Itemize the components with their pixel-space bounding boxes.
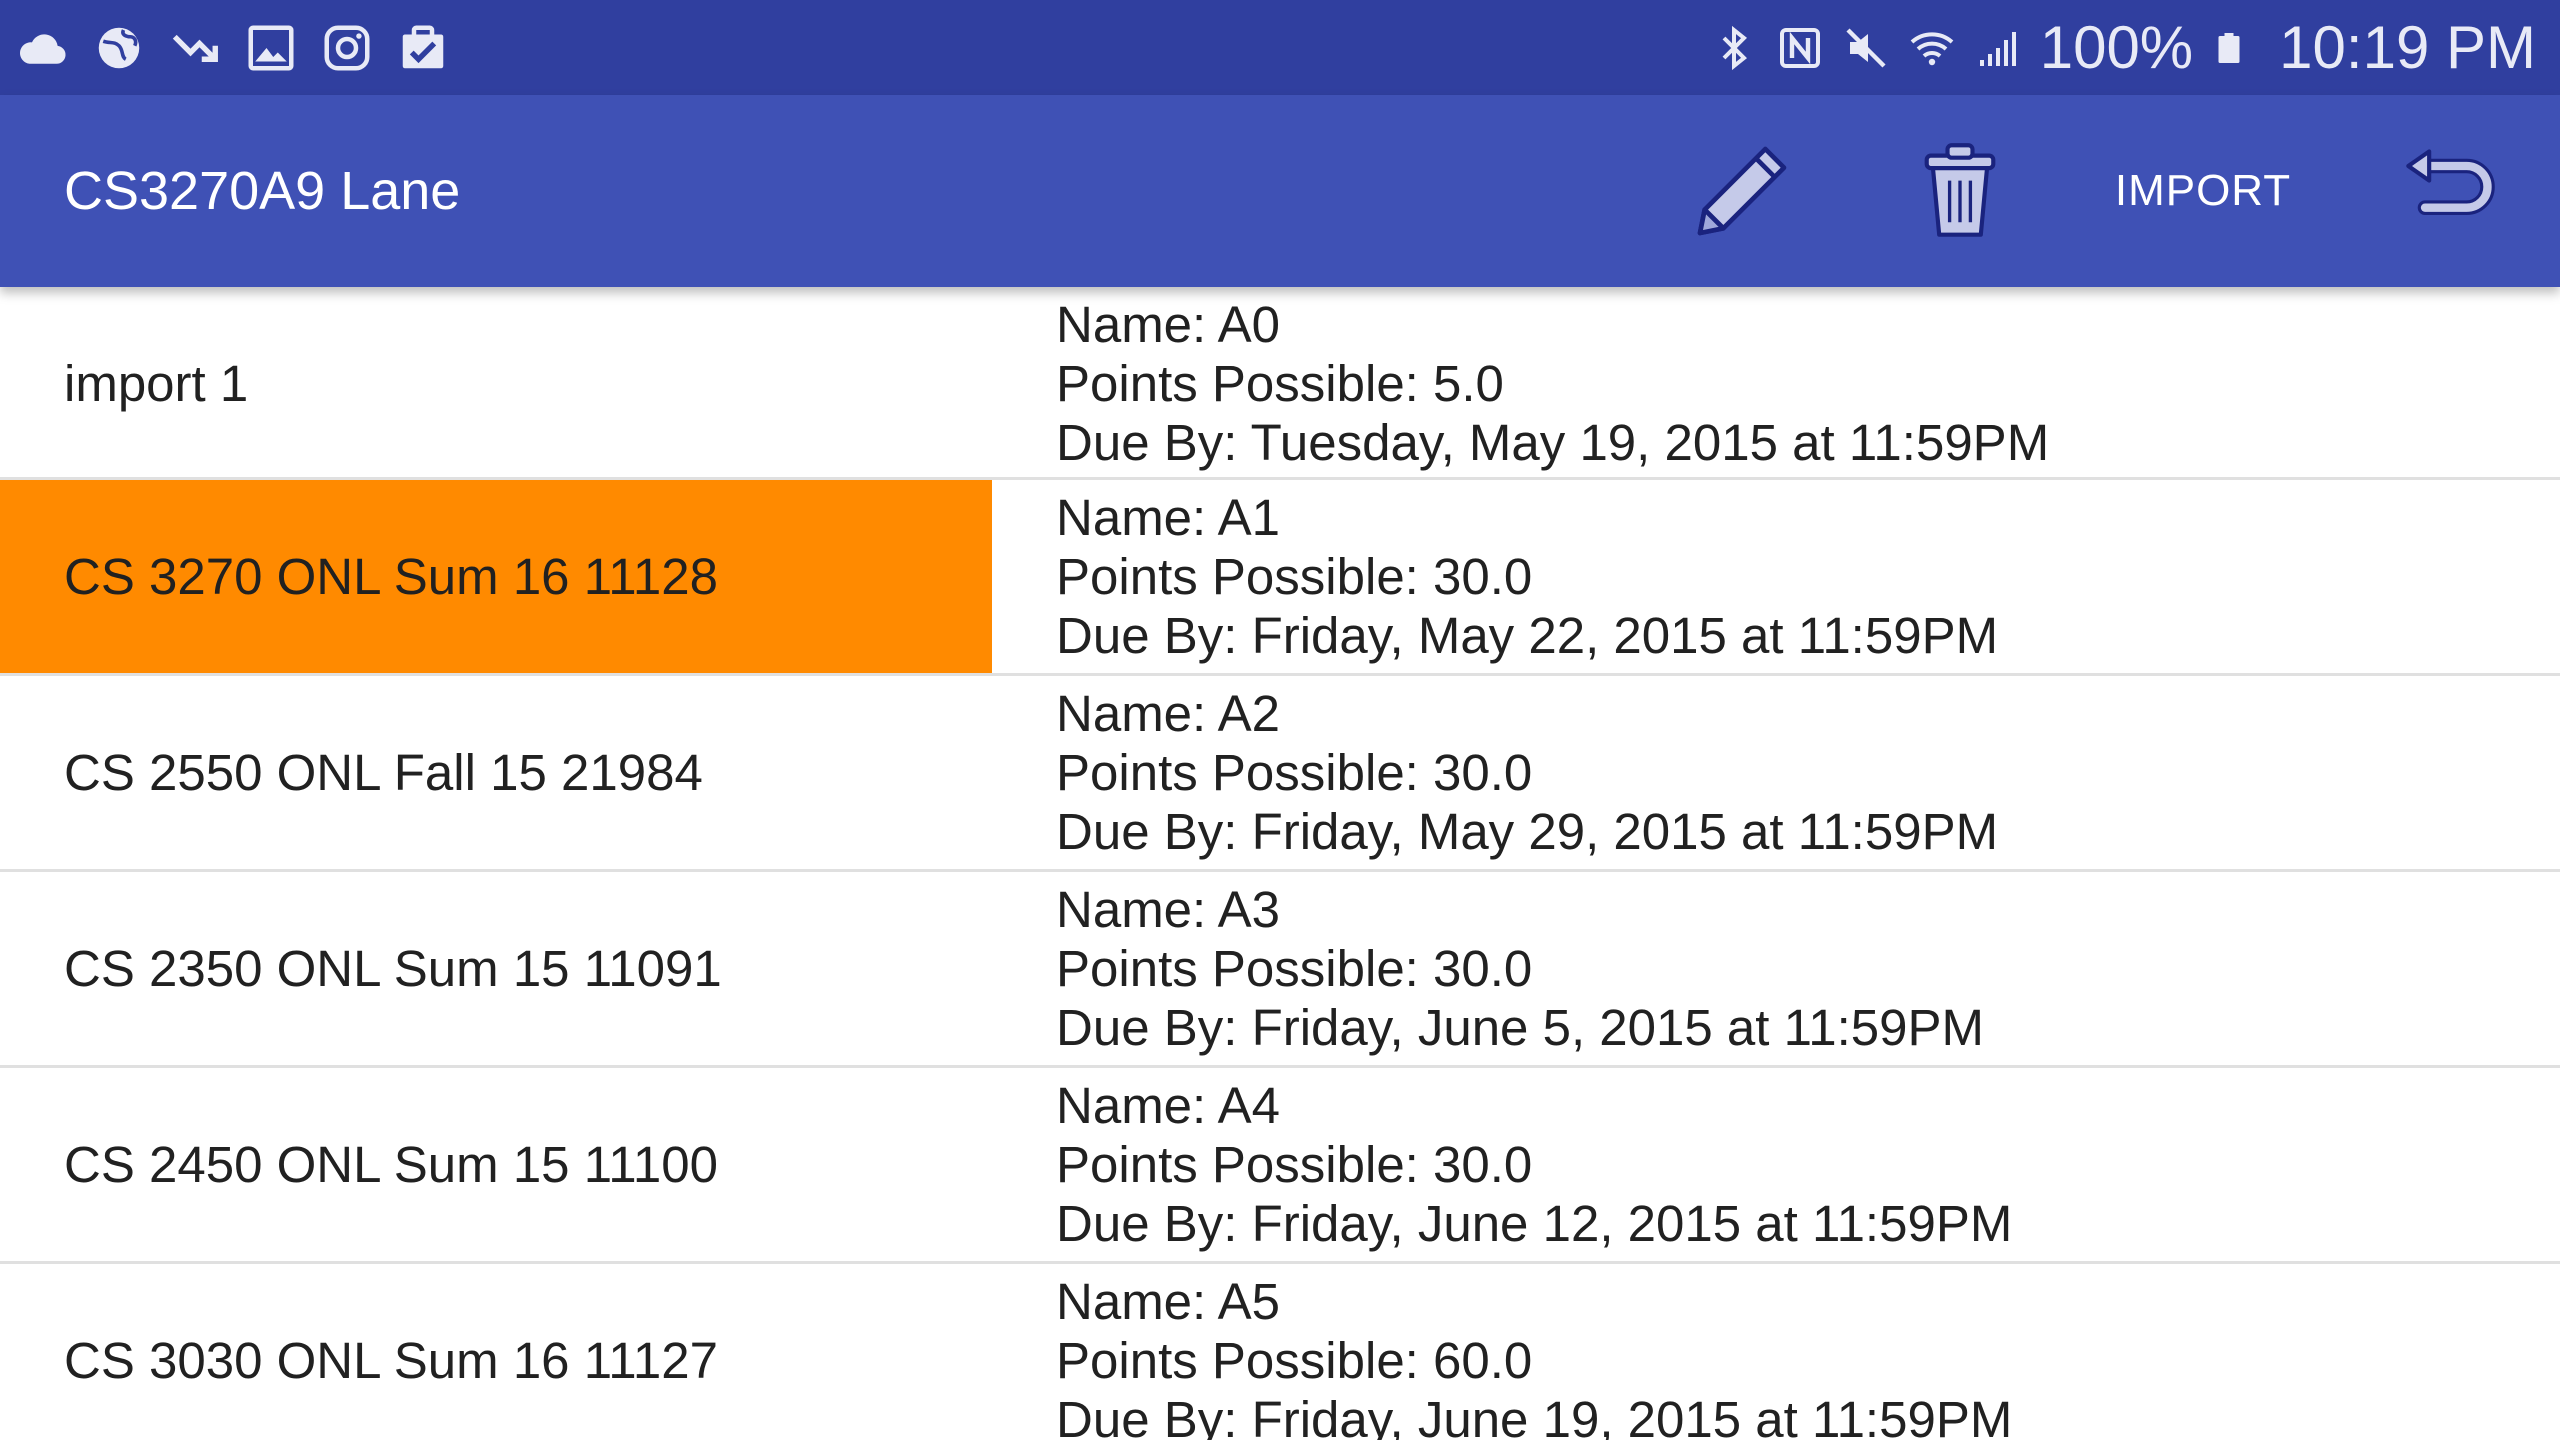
course-item[interactable]: CS 3030 ONL Sum 16 11127 — [0, 1264, 992, 1440]
assignment-name: Name: A1 — [1056, 489, 1280, 546]
status-bar: 100% 10:19 PM — [0, 0, 2560, 95]
gallery-icon — [248, 25, 294, 71]
assignment-name: Name: A0 — [1056, 296, 1280, 353]
system-status: 100% 10:19 PM — [1710, 0, 2536, 95]
import-button[interactable]: IMPORT — [2098, 95, 2308, 287]
import-button-label: IMPORT — [2114, 166, 2292, 215]
assignment-due: Due By: Friday, June 5, 2015 at 11:59PM — [1056, 999, 1984, 1056]
course-item[interactable]: CS 2550 ONL Fall 15 21984 — [0, 676, 992, 869]
edit-button[interactable] — [1672, 95, 1812, 287]
assignment-due: Due By: Tuesday, May 19, 2015 at 11:59PM — [1056, 414, 2050, 471]
assignment-name: Name: A3 — [1056, 881, 1280, 938]
clock: 10:19 PM — [2279, 14, 2536, 81]
trash-icon — [1924, 143, 1996, 237]
undo-icon — [2406, 149, 2495, 215]
list-row: CS 3270 ONL Sum 16 11128 Name: A1 Points… — [0, 480, 2560, 676]
cloud-icon — [19, 34, 66, 64]
pencil-icon — [1697, 146, 1787, 236]
page-title: CS3270A9 Lane — [64, 161, 461, 221]
assignment-name: Name: A2 — [1056, 685, 1280, 742]
instagram-icon — [324, 25, 370, 71]
assignment-points: Points Possible: 30.0 — [1056, 1136, 1533, 1193]
bluetooth-icon — [1722, 25, 1747, 70]
assignment-item[interactable]: Name: A5 Points Possible: 60.0 Due By: F… — [1056, 1272, 2012, 1440]
assignment-points: Points Possible: 30.0 — [1056, 940, 1533, 997]
course-name: CS 2550 ONL Fall 15 21984 — [64, 744, 703, 801]
list-row: CS 3030 ONL Sum 16 11127 Name: A5 Points… — [0, 1264, 2560, 1440]
assignment-item[interactable]: Name: A3 Points Possible: 30.0 Due By: F… — [1056, 880, 1984, 1057]
assignment-due: Due By: Friday, June 19, 2015 at 11:59PM — [1056, 1391, 2013, 1440]
assignment-item[interactable]: Name: A2 Points Possible: 30.0 Due By: F… — [1056, 684, 1998, 861]
assignment-item[interactable]: Name: A0 Points Possible: 5.0 Due By: Tu… — [1056, 295, 2049, 472]
course-name: CS 2350 ONL Sum 15 11091 — [64, 940, 722, 997]
nfc-icon — [1779, 27, 1820, 68]
mute-icon — [1846, 27, 1886, 68]
course-item[interactable]: CS 2450 ONL Sum 15 11100 — [0, 1068, 992, 1261]
assignment-name: Name: A5 — [1056, 1273, 1280, 1330]
globe-icon — [98, 27, 140, 69]
clipboard-check-icon — [402, 25, 444, 69]
course-item[interactable]: CS 2350 ONL Sum 15 11091 — [0, 872, 992, 1065]
assignment-item[interactable]: Name: A1 Points Possible: 30.0 Due By: F… — [1056, 488, 1998, 665]
assignment-points: Points Possible: 30.0 — [1056, 744, 1533, 801]
course-name: CS 3030 ONL Sum 16 11127 — [64, 1332, 718, 1389]
battery-icon — [2218, 32, 2240, 63]
list-row: CS 2550 ONL Fall 15 21984 Name: A2 Point… — [0, 676, 2560, 872]
course-name: CS 3270 ONL Sum 16 11128 — [64, 548, 718, 605]
assignment-points: Points Possible: 30.0 — [1056, 548, 1533, 605]
missed-call-icon — [172, 34, 218, 62]
assignment-points: Points Possible: 5.0 — [1056, 355, 1504, 412]
assignment-points: Points Possible: 60.0 — [1056, 1332, 1533, 1389]
course-name: import 1 — [64, 355, 249, 412]
course-name: CS 2450 ONL Sum 15 11100 — [64, 1136, 718, 1193]
list-row: CS 2450 ONL Sum 15 11100 Name: A4 Points… — [0, 1068, 2560, 1264]
assignment-item[interactable]: Name: A4 Points Possible: 30.0 Due By: F… — [1056, 1076, 2012, 1253]
undo-button[interactable] — [2380, 95, 2520, 287]
list-row: CS 2350 ONL Sum 15 11091 Name: A3 Points… — [0, 872, 2560, 1068]
assignment-due: Due By: Friday, May 29, 2015 at 11:59PM — [1056, 803, 1999, 860]
notification-icons — [16, 20, 450, 76]
course-assignment-list: import 1 Name: A0 Points Possible: 5.0 D… — [0, 287, 2560, 1440]
wifi-icon — [1910, 31, 1954, 65]
course-item[interactable]: import 1 — [0, 287, 992, 480]
assignment-due: Due By: Friday, May 22, 2015 at 11:59PM — [1056, 607, 1999, 664]
signal-icon — [1979, 31, 2016, 66]
battery-percentage: 100% — [2039, 14, 2194, 81]
app-bar: CS3270A9 Lane IMPORT — [0, 95, 2560, 287]
list-row: import 1 Name: A0 Points Possible: 5.0 D… — [0, 287, 2560, 480]
assignment-name: Name: A4 — [1056, 1077, 1280, 1134]
delete-button[interactable] — [1890, 95, 2030, 287]
assignment-due: Due By: Friday, June 12, 2015 at 11:59PM — [1056, 1195, 2013, 1252]
course-item-selected[interactable]: CS 3270 ONL Sum 16 11128 — [0, 480, 992, 673]
